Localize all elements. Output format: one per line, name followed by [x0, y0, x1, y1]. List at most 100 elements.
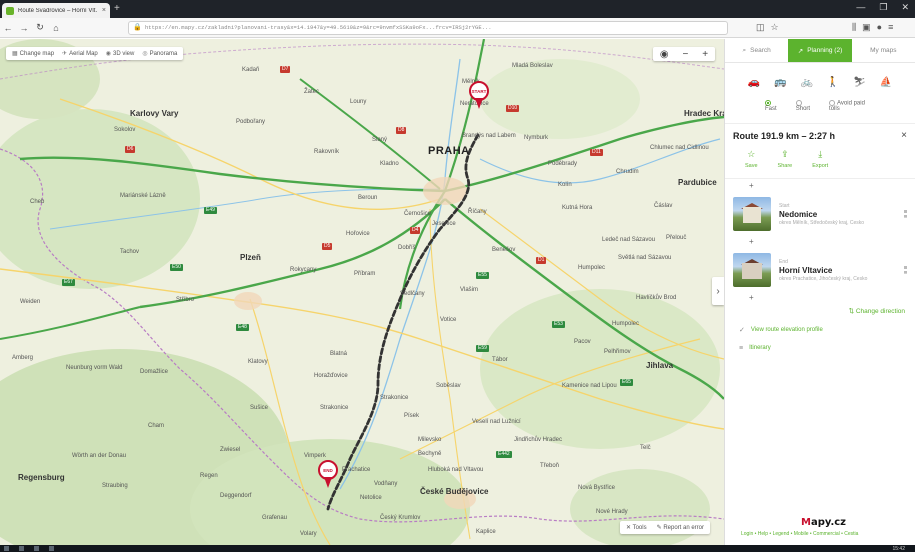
map-label-place: Rakovník — [314, 149, 340, 155]
maximize-button[interactable]: ❐ — [879, 2, 887, 13]
reload-icon[interactable]: ↻ — [32, 22, 48, 33]
zoom-in-button[interactable]: + — [702, 49, 708, 60]
tab-search[interactable]: ⌕ Search — [725, 39, 788, 62]
pocket-icon[interactable]: ◫ — [756, 22, 765, 33]
route-planner-panel: ⌕ Search ↗ Planning (2) My maps 🚗 🚌 🚲 🚶 … — [724, 39, 915, 545]
aerial-icon: ✈ — [62, 51, 68, 57]
route-stop[interactable]: Start Nedomice okres Mělník, Středočeský… — [725, 193, 915, 235]
stop-name: Horní Vltavice — [779, 265, 833, 275]
tools-label: Tools — [632, 525, 647, 531]
map-label-place: Milevsko — [418, 437, 442, 443]
change-direction-link[interactable]: ⇅ Change direction — [725, 305, 915, 321]
window-controls: — ❐ ✕ — [856, 2, 909, 13]
footer-links[interactable]: Login • Help • Legend • Mobile • Commerc… — [741, 531, 858, 537]
home-icon[interactable]: ⌂ — [48, 23, 64, 33]
map-label-place: Poděbrady — [548, 161, 578, 167]
library-icon[interactable]: ⫼ — [852, 22, 856, 33]
save-label: Save — [745, 163, 758, 169]
itinerary-link[interactable]: ≡ Itinerary — [725, 339, 915, 357]
check-icon: ✓ — [739, 327, 745, 334]
road-shield: D8 — [396, 127, 407, 134]
new-tab-button[interactable]: + — [114, 3, 120, 14]
zoom-out-button[interactable]: − — [683, 49, 689, 60]
map-label-place: Sedlčany — [400, 291, 425, 297]
taskbar-app-icon[interactable] — [19, 546, 24, 551]
aerial-map-button[interactable]: ✈ Aerial Map — [62, 50, 98, 57]
stop-kind: Start — [779, 202, 790, 209]
minimize-button[interactable]: — — [856, 2, 865, 13]
map-label-place: Sušice — [250, 405, 269, 411]
route-end-pin[interactable]: END — [318, 460, 338, 490]
taskbar-app-icon[interactable] — [34, 546, 39, 551]
pencil-icon: ✎ — [656, 525, 662, 531]
panorama-button[interactable]: ◎ Panorama — [142, 50, 177, 57]
mapy-logo-text: apy.cz — [810, 517, 847, 528]
map-label-place: Veselí nad Lužnicí — [472, 419, 521, 425]
share-route-button[interactable]: ⇪ Share — [778, 149, 793, 178]
walk-mode-icon[interactable]: 🚶 — [827, 77, 839, 99]
map-label-place: Nové Hrady — [596, 509, 628, 515]
elevation-profile-link[interactable]: ✓ View route elevation profile — [725, 321, 915, 339]
3d-view-button[interactable]: ◉ 3D view — [106, 50, 135, 57]
tools-icon: ✕ — [626, 525, 632, 531]
collapse-panel-button[interactable]: › — [712, 277, 724, 305]
option-fast[interactable]: Fast — [765, 99, 784, 112]
map-label-place: Strakonice — [320, 405, 349, 411]
export-route-button[interactable]: ⤓ Export — [812, 149, 828, 178]
map-label-place: Vlašim — [460, 287, 479, 293]
map-label-place: Domažlice — [140, 369, 169, 375]
map-view[interactable]: D7 D8 D5 D1 D4 D6 D10 D11 E49 E50 E48 E5… — [0, 39, 724, 545]
bookmark-star-icon[interactable]: ☆ — [771, 22, 779, 33]
map-label-place: Příbram — [354, 271, 376, 277]
tab-planning[interactable]: ↗ Planning (2) — [788, 39, 852, 62]
transport-modes: 🚗 🚌 🚲 🚶 ⛷ ⛵ — [725, 63, 915, 99]
drag-handle-icon[interactable] — [904, 266, 907, 274]
route-stop[interactable]: End Horní Vltavice okres Prachatice, Jih… — [725, 249, 915, 291]
ski-mode-icon[interactable]: ⛷ — [853, 77, 866, 99]
report-error-button[interactable]: ✎ Report an error — [657, 524, 704, 531]
road-shield: D5 — [322, 243, 333, 250]
address-bar[interactable]: 🔒 https://en.mapy.cz/zakladni?planovani-… — [128, 21, 728, 35]
extension-icon[interactable]: ● — [877, 22, 882, 33]
close-tab-icon[interactable]: × — [102, 7, 106, 14]
report-error-label: Report an error — [663, 525, 704, 531]
browser-tab[interactable]: Route Švadrovice – Horní Vlt… × — [2, 3, 110, 18]
layers-icon: ▦ — [12, 51, 18, 57]
map-label-place: Netolice — [360, 495, 382, 501]
drag-handle-icon[interactable] — [904, 210, 907, 218]
stop-address: okres Mělník, Středočeský kraj, Česko — [779, 219, 865, 226]
menu-icon[interactable]: ≡ — [888, 22, 893, 33]
tools-button[interactable]: ✕ Tools — [626, 524, 647, 531]
close-route-button[interactable]: × — [901, 130, 907, 141]
close-window-button[interactable]: ✕ — [901, 2, 909, 13]
map-label-city: Karlovy Vary — [130, 109, 179, 118]
map-label-place: Hořovice — [346, 231, 370, 237]
forward-icon[interactable]: → — [16, 23, 32, 33]
bus-mode-icon[interactable]: 🚌 — [774, 77, 786, 99]
add-stop-button[interactable]: + — [725, 179, 915, 193]
save-route-button[interactable]: ☆ Save — [745, 149, 758, 178]
map-label-place: Chrudim — [616, 169, 639, 175]
stop-photo — [733, 253, 771, 287]
option-avoid-tolls[interactable]: Avoid paid tolls — [829, 99, 875, 112]
tab-search-label: Search — [750, 47, 771, 54]
map-label-place: Čáslav — [654, 203, 673, 209]
bike-mode-icon[interactable]: 🚲 — [800, 77, 812, 99]
option-short[interactable]: Short — [795, 99, 817, 112]
add-stop-button[interactable]: + — [725, 235, 915, 249]
map-label-place: Ledeč nad Sázavou — [602, 237, 656, 243]
tab-my-maps[interactable]: My maps — [852, 39, 915, 62]
route-header: Route 191.9 km – 2:27 h × — [725, 123, 915, 147]
route-start-pin[interactable]: START — [469, 81, 489, 111]
car-mode-icon[interactable]: 🚗 — [748, 77, 760, 99]
change-map-button[interactable]: ▦ Change map — [12, 50, 54, 57]
locate-icon[interactable]: ◉ — [660, 49, 669, 60]
back-icon[interactable]: ← — [0, 23, 16, 33]
start-icon[interactable] — [4, 546, 9, 551]
taskbar-app-icon[interactable] — [49, 546, 54, 551]
map-label-place: Amberg — [12, 355, 34, 361]
sidebar-icon[interactable]: ▣ — [862, 22, 871, 33]
add-stop-button[interactable]: + — [725, 291, 915, 305]
mapy-logo[interactable]: Mapy.cz — [801, 517, 846, 528]
boat-mode-icon[interactable]: ⛵ — [880, 77, 892, 99]
